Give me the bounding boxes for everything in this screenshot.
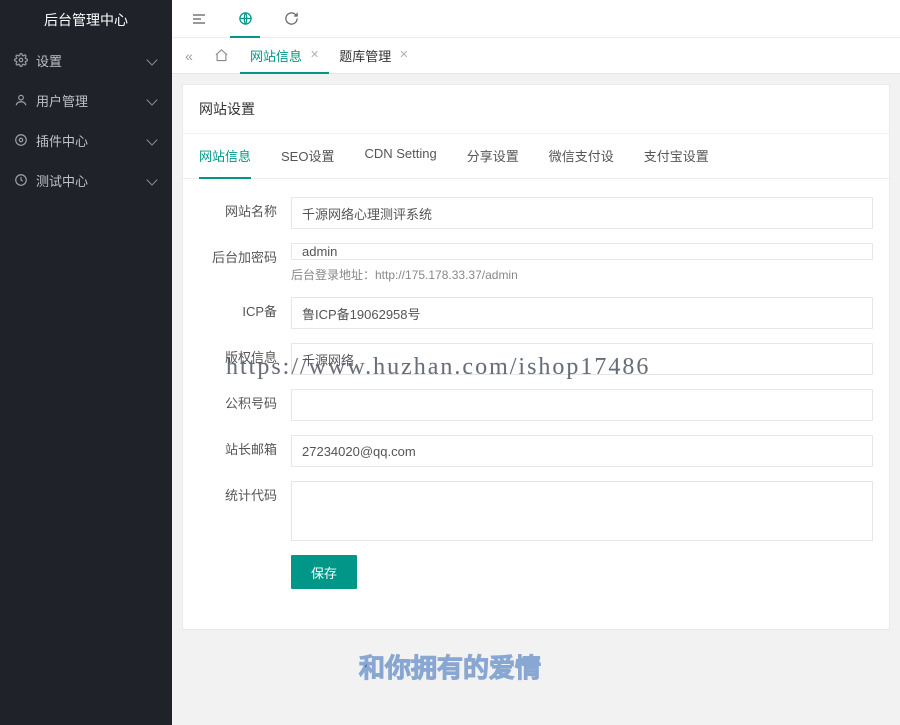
close-icon[interactable]: ✕ (399, 50, 408, 61)
tab-site-info[interactable]: 网站信息 ✕ (240, 38, 329, 74)
sidebar-item-label: 设置 (36, 51, 148, 70)
tab-question-bank[interactable]: 题库管理 ✕ (329, 38, 418, 74)
home-icon (214, 48, 229, 63)
chevron-down-icon (146, 94, 157, 105)
label-admin-pass: 后台加密码 (199, 243, 291, 273)
phone-input[interactable] (291, 389, 873, 421)
sidebar: 后台管理中心 设置 用户管理 插件中心 测试中心 (0, 0, 172, 725)
label-icp: ICP备 (199, 297, 291, 327)
sidebar-item-settings[interactable]: 设置 (0, 40, 172, 80)
globe-button[interactable] (222, 0, 268, 38)
label-stats: 统计代码 (199, 481, 291, 511)
chevron-down-icon (146, 134, 157, 145)
sidebar-item-tests[interactable]: 测试中心 (0, 160, 172, 200)
save-button[interactable]: 保存 (291, 555, 357, 589)
settings-form: 网站名称 后台加密码 后台登录地址：http://175.178.33.37/a… (183, 179, 889, 629)
gear-icon (14, 53, 28, 67)
test-icon (14, 173, 28, 187)
ctab-share[interactable]: 分享设置 (467, 134, 519, 178)
ctab-wechat-pay[interactable]: 微信支付设 (549, 134, 614, 178)
card-tabs: 网站信息 SEO设置 CDN Setting 分享设置 微信支付设 支付宝设置 (183, 134, 889, 179)
ctab-alipay[interactable]: 支付宝设置 (644, 134, 709, 178)
label-phone: 公积号码 (199, 389, 291, 419)
ctab-cdn[interactable]: CDN Setting (364, 134, 436, 178)
sidebar-item-label: 用户管理 (36, 91, 148, 110)
chevron-down-icon (146, 174, 157, 185)
label-copyright: 版权信息 (199, 343, 291, 373)
ctab-site-info[interactable]: 网站信息 (199, 134, 251, 179)
email-input[interactable] (291, 435, 873, 467)
menu-icon (191, 11, 207, 27)
sidebar-item-label: 插件中心 (36, 131, 148, 150)
sidebar-item-plugins[interactable]: 插件中心 (0, 120, 172, 160)
admin-pass-input[interactable] (291, 243, 873, 260)
label-email: 站长邮箱 (199, 435, 291, 465)
plugin-icon (14, 133, 28, 147)
menu-toggle-button[interactable] (176, 0, 222, 38)
settings-card: 网站设置 网站信息 SEO设置 CDN Setting 分享设置 微信支付设 支… (182, 84, 890, 630)
site-name-input[interactable] (291, 197, 873, 229)
label-site-name: 网站名称 (199, 197, 291, 227)
app-title: 后台管理中心 (0, 0, 172, 40)
admin-url-help: 后台登录地址：http://175.178.33.37/admin (291, 266, 873, 283)
sidebar-item-label: 测试中心 (36, 171, 148, 190)
chevron-down-icon (146, 54, 157, 65)
icp-input[interactable] (291, 297, 873, 329)
refresh-button[interactable] (268, 0, 314, 38)
close-icon[interactable]: ✕ (310, 50, 319, 61)
refresh-icon (284, 11, 299, 26)
tab-home[interactable] (202, 38, 240, 74)
sidebar-item-users[interactable]: 用户管理 (0, 80, 172, 120)
tabs-prev-button[interactable]: « (176, 38, 202, 74)
card-title: 网站设置 (183, 85, 889, 134)
page-tabs: « 网站信息 ✕ 题库管理 ✕ (172, 38, 900, 74)
user-icon (14, 93, 28, 107)
main: « 网站信息 ✕ 题库管理 ✕ 网站设置 网站信息 SEO设置 CDN Sett… (172, 0, 900, 725)
tab-label: 网站信息 (250, 46, 302, 65)
copyright-input[interactable] (291, 343, 873, 375)
globe-icon (238, 11, 253, 26)
tab-label: 题库管理 (339, 46, 391, 65)
ctab-seo[interactable]: SEO设置 (281, 134, 334, 178)
topbar (172, 0, 900, 38)
stats-textarea[interactable] (291, 481, 873, 541)
